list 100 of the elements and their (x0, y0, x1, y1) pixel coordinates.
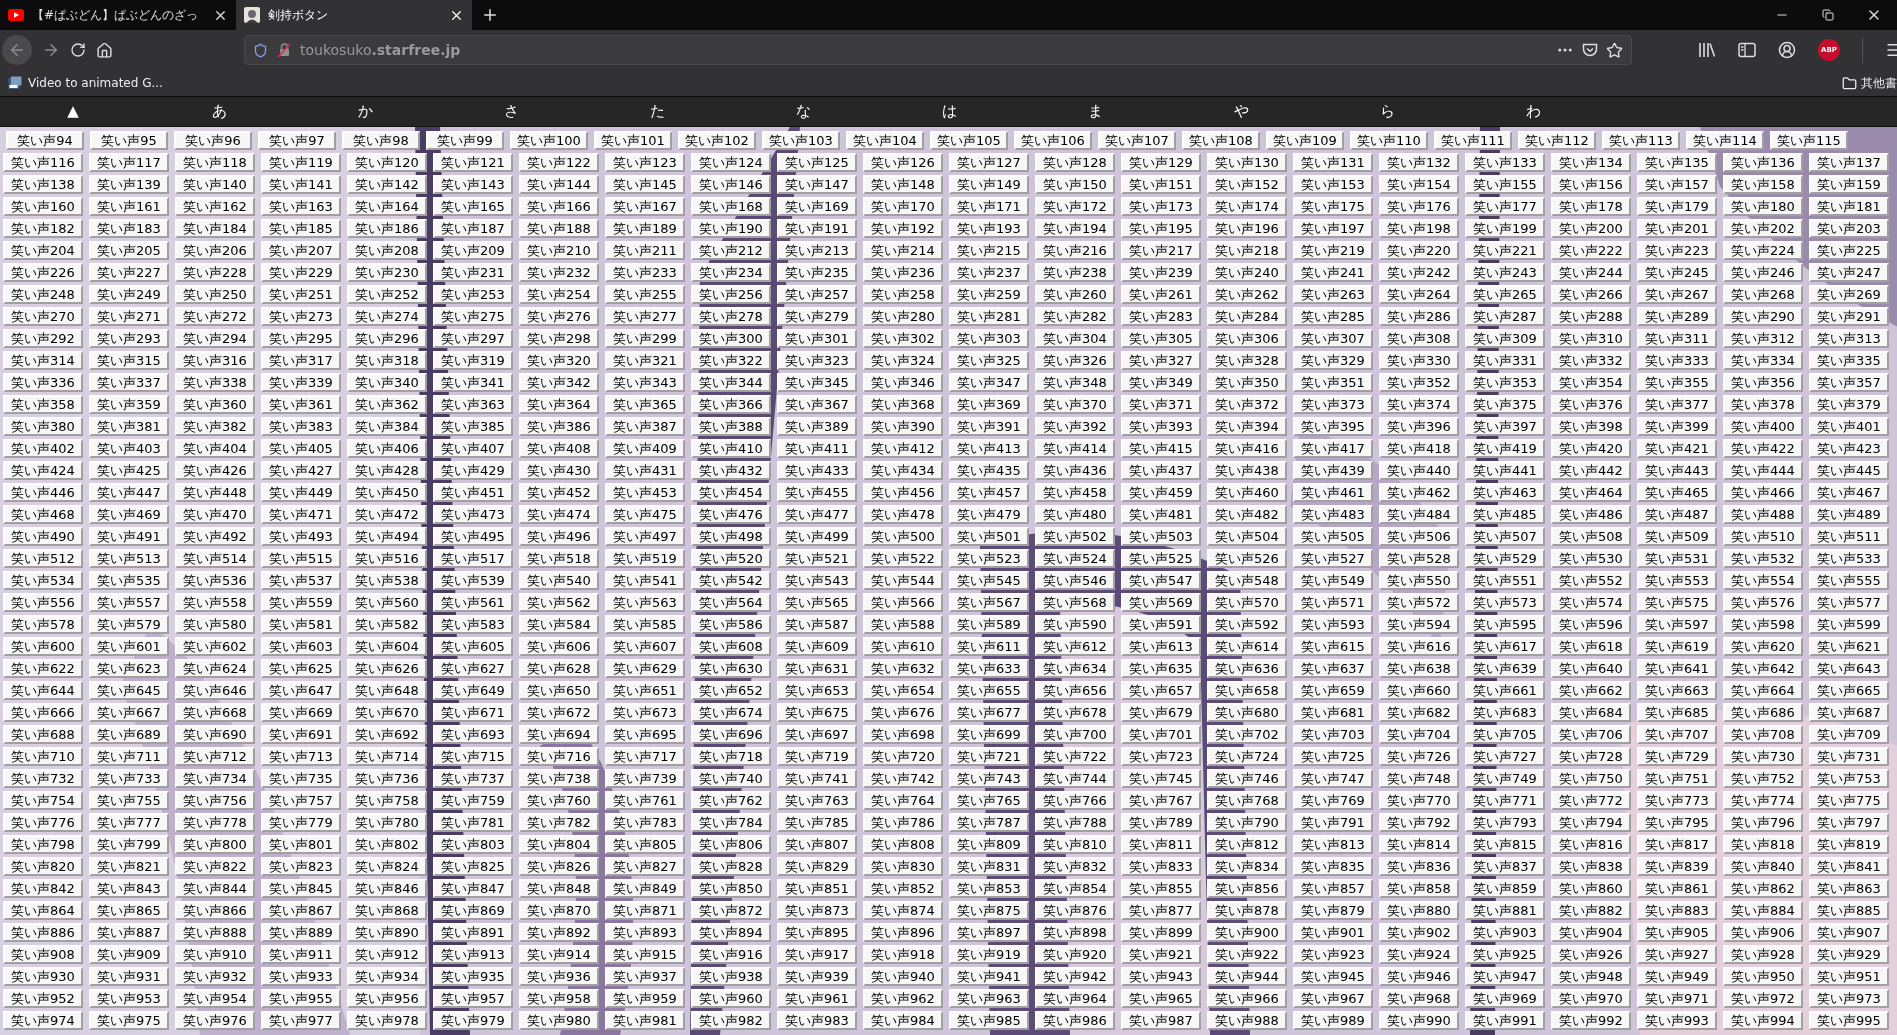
sound-button[interactable]: 笑い声584 (519, 615, 599, 634)
sound-button[interactable]: 笑い声718 (691, 747, 771, 766)
sound-button[interactable]: 笑い声958 (519, 989, 599, 1008)
sound-button[interactable]: 笑い声694 (519, 725, 599, 744)
sound-button[interactable]: 笑い声176 (1379, 197, 1459, 216)
sound-button[interactable]: 笑い声641 (1637, 659, 1717, 678)
sound-button[interactable]: 笑い声555 (1809, 571, 1889, 590)
sound-button[interactable]: 笑い声715 (433, 747, 513, 766)
sound-button[interactable]: 笑い声339 (261, 373, 341, 392)
sound-button[interactable]: 笑い声941 (949, 967, 1029, 986)
sound-button[interactable]: 笑い声120 (347, 153, 427, 172)
sound-button[interactable]: 笑い声820 (3, 857, 83, 876)
sound-button[interactable]: 笑い声459 (1121, 483, 1201, 502)
sound-button[interactable]: 笑い声195 (1121, 219, 1201, 238)
sound-button[interactable]: 笑い声667 (89, 703, 169, 722)
sound-button[interactable]: 笑い声129 (1121, 153, 1201, 172)
sound-button[interactable]: 笑い声240 (1207, 263, 1287, 282)
sound-button[interactable]: 笑い声130 (1207, 153, 1287, 172)
sound-button[interactable]: 笑い声253 (433, 285, 513, 304)
sound-button[interactable]: 笑い声215 (949, 241, 1029, 260)
sound-button[interactable]: 笑い声328 (1207, 351, 1287, 370)
sound-button[interactable]: 笑い声422 (1723, 439, 1803, 458)
sound-button[interactable]: 笑い声766 (1035, 791, 1115, 810)
sound-button[interactable]: 笑い声589 (949, 615, 1029, 634)
index-link[interactable]: は (941, 100, 957, 123)
sound-button[interactable]: 笑い声595 (1465, 615, 1545, 634)
sound-button[interactable]: 笑い声877 (1121, 901, 1201, 920)
sound-button[interactable]: 笑い声719 (777, 747, 857, 766)
sound-button[interactable]: 笑い声561 (433, 593, 513, 612)
sound-button[interactable]: 笑い声629 (605, 659, 685, 678)
sound-button[interactable]: 笑い声835 (1293, 857, 1373, 876)
sound-button[interactable]: 笑い声205 (89, 241, 169, 260)
sound-button[interactable]: 笑い声794 (1551, 813, 1631, 832)
sound-button[interactable]: 笑い声599 (1809, 615, 1889, 634)
sound-button[interactable]: 笑い声436 (1035, 461, 1115, 480)
sound-button[interactable]: 笑い声679 (1121, 703, 1201, 722)
sound-button[interactable]: 笑い声550 (1379, 571, 1459, 590)
sound-button[interactable]: 笑い声928 (1723, 945, 1803, 964)
sound-button[interactable]: 笑い声932 (175, 967, 255, 986)
sound-button[interactable]: 笑い声500 (863, 527, 943, 546)
sound-button[interactable]: 笑い声293 (89, 329, 169, 348)
sound-button[interactable]: 笑い声713 (261, 747, 341, 766)
sound-button[interactable]: 笑い声758 (347, 791, 427, 810)
sound-button[interactable]: 笑い声183 (89, 219, 169, 238)
sound-button[interactable]: 笑い声387 (605, 417, 685, 436)
sound-button[interactable]: 笑い声502 (1035, 527, 1115, 546)
sound-button[interactable]: 笑い声288 (1551, 307, 1631, 326)
sound-button[interactable]: 笑い声198 (1379, 219, 1459, 238)
sound-button[interactable]: 笑い声900 (1207, 923, 1287, 942)
sound-button[interactable]: 笑い声716 (519, 747, 599, 766)
sound-button[interactable]: 笑い声340 (347, 373, 427, 392)
sound-button[interactable]: 笑い声354 (1551, 373, 1631, 392)
sound-button[interactable]: 笑い声174 (1207, 197, 1287, 216)
sound-button[interactable]: 笑い声286 (1379, 307, 1459, 326)
shield-icon[interactable] (253, 42, 268, 58)
sound-button[interactable]: 笑い声505 (1293, 527, 1373, 546)
sound-button[interactable]: 笑い声516 (347, 549, 427, 568)
sound-button[interactable]: 笑い声212 (691, 241, 771, 260)
sound-button[interactable]: 笑い声463 (1465, 483, 1545, 502)
sound-button[interactable]: 笑い声169 (777, 197, 857, 216)
sound-button[interactable]: 笑い声771 (1465, 791, 1545, 810)
sound-button[interactable]: 笑い声988 (1207, 1011, 1287, 1030)
sound-button[interactable]: 笑い声171 (949, 197, 1029, 216)
sound-button[interactable]: 笑い声193 (949, 219, 1029, 238)
sound-button[interactable]: 笑い声263 (1293, 285, 1373, 304)
sound-button[interactable]: 笑い声552 (1551, 571, 1631, 590)
sound-button[interactable]: 笑い声852 (863, 879, 943, 898)
sound-button[interactable]: 笑い声208 (347, 241, 427, 260)
sound-button[interactable]: 笑い声801 (261, 835, 341, 854)
sound-button[interactable]: 笑い声660 (1379, 681, 1459, 700)
sound-button[interactable]: 笑い声759 (433, 791, 513, 810)
sound-button[interactable]: 笑い声478 (863, 505, 943, 524)
sound-button[interactable]: 笑い声754 (3, 791, 83, 810)
sound-button[interactable]: 笑い声693 (433, 725, 513, 744)
sound-button[interactable]: 笑い声871 (605, 901, 685, 920)
sound-button[interactable]: 笑い声883 (1637, 901, 1717, 920)
sound-button[interactable]: 笑い声802 (347, 835, 427, 854)
sound-button[interactable]: 笑い声308 (1379, 329, 1459, 348)
sound-button[interactable]: 笑い声330 (1379, 351, 1459, 370)
sound-button[interactable]: 笑い声700 (1035, 725, 1115, 744)
sound-button[interactable]: 笑い声695 (605, 725, 685, 744)
sound-button[interactable]: 笑い声890 (347, 923, 427, 942)
sound-button[interactable]: 笑い声776 (3, 813, 83, 832)
sound-button[interactable]: 笑い声424 (3, 461, 83, 480)
sound-button[interactable]: 笑い声992 (1551, 1011, 1631, 1030)
sound-button[interactable]: 笑い声244 (1551, 263, 1631, 282)
sound-button[interactable]: 笑い声134 (1551, 153, 1631, 172)
sound-button[interactable]: 笑い声504 (1207, 527, 1287, 546)
sound-button[interactable]: 笑い声951 (1809, 967, 1889, 986)
pocket-icon[interactable] (1582, 42, 1598, 58)
sound-button[interactable]: 笑い声954 (175, 989, 255, 1008)
index-link[interactable]: さ (503, 100, 519, 123)
sound-button[interactable]: 笑い声384 (347, 417, 427, 436)
sound-button[interactable]: 笑い声751 (1637, 769, 1717, 788)
sound-button[interactable]: 笑い声947 (1465, 967, 1545, 986)
sound-button[interactable]: 笑い声787 (949, 813, 1029, 832)
sound-button[interactable]: 笑い声720 (863, 747, 943, 766)
sound-button[interactable]: 笑い声978 (347, 1011, 427, 1030)
sound-button[interactable]: 笑い声164 (347, 197, 427, 216)
sound-button[interactable]: 笑い声525 (1121, 549, 1201, 568)
